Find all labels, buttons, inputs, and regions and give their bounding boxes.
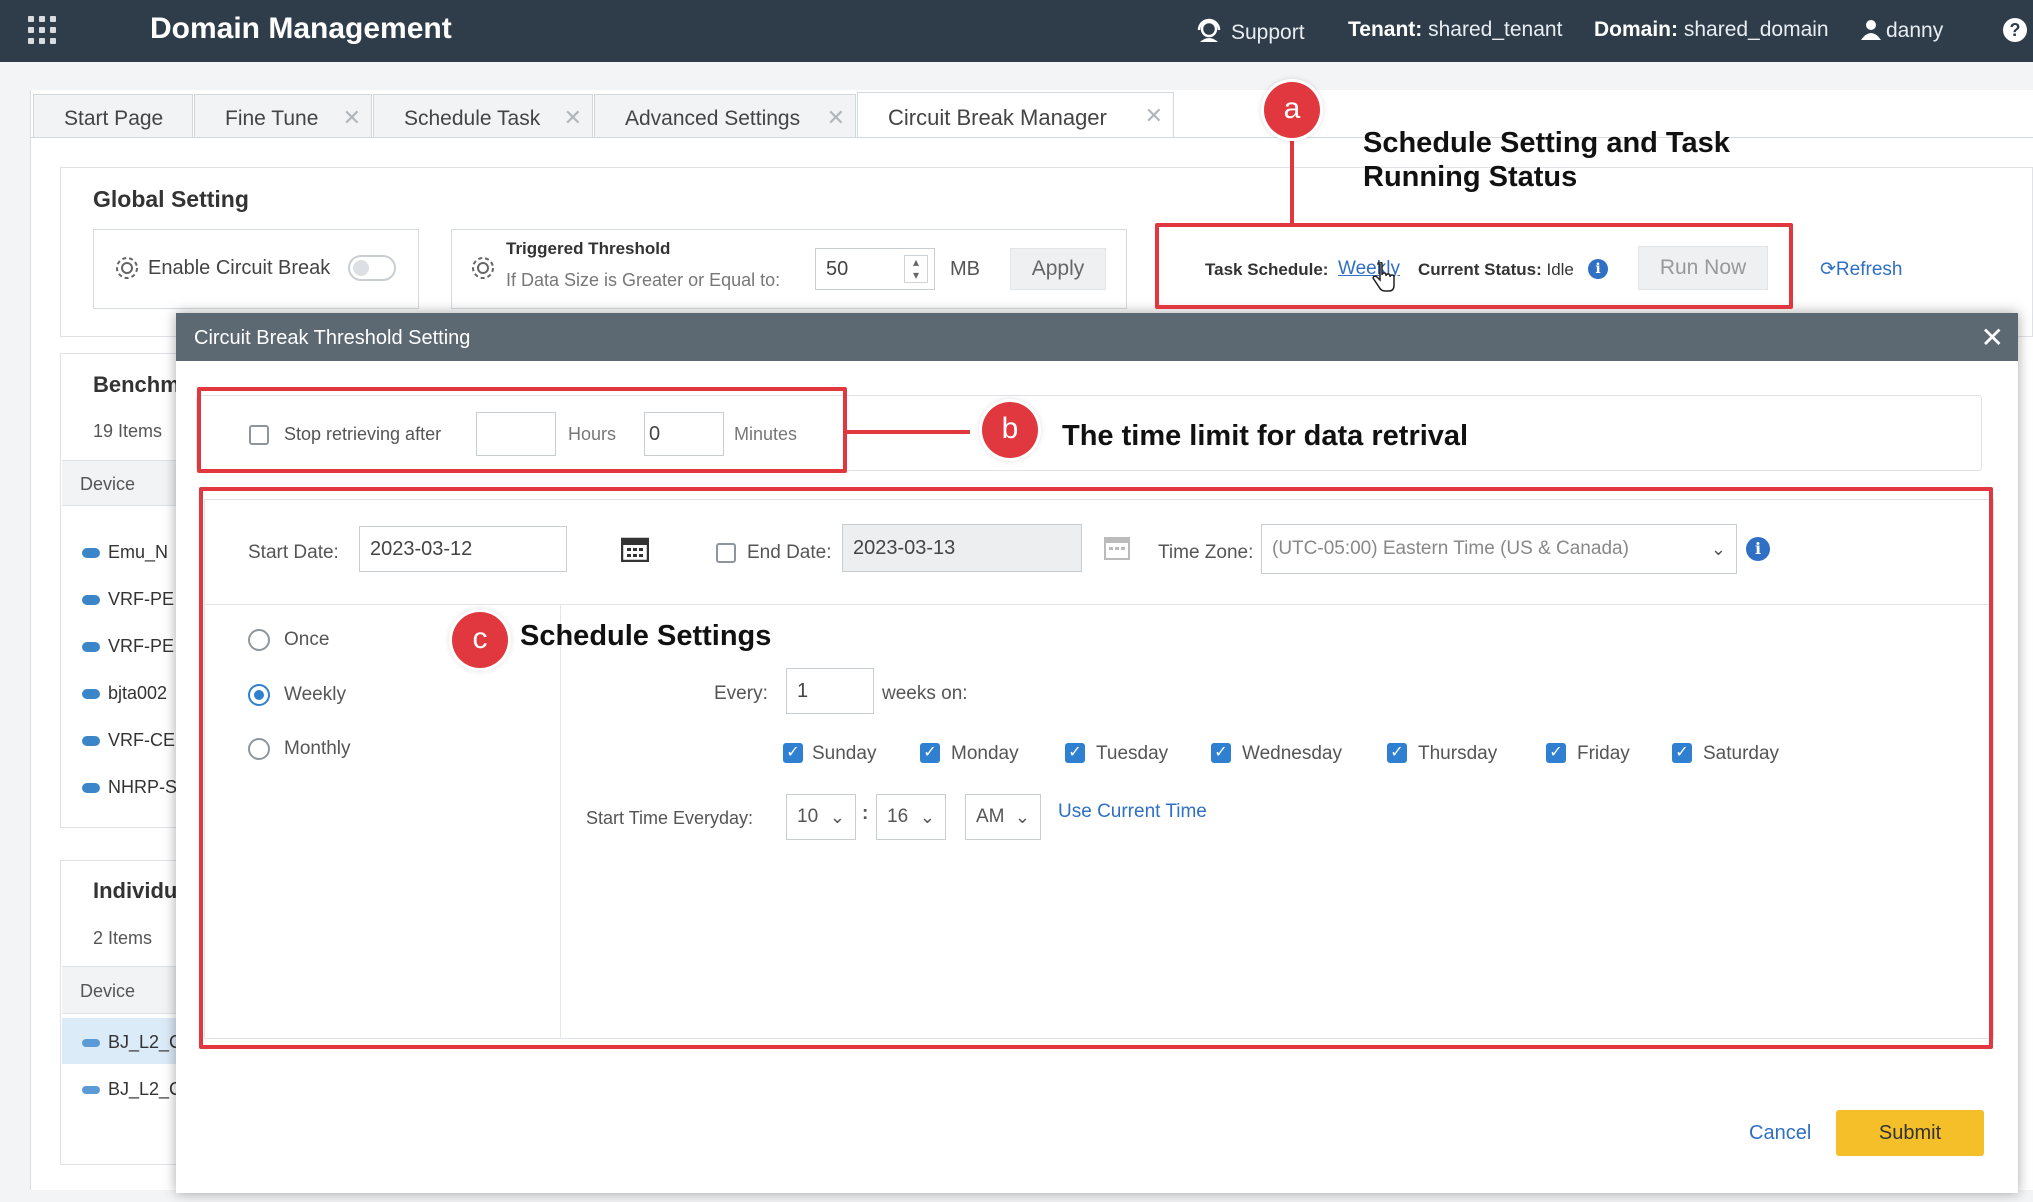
- support-icon: [1197, 18, 1221, 42]
- switch-icon: [82, 1086, 100, 1095]
- device-name: BJ_L2_C: [108, 1032, 183, 1052]
- user-name: danny: [1886, 19, 1944, 42]
- global-setting-title: Global Setting: [93, 186, 249, 212]
- individual-count: 2 Items: [93, 928, 153, 948]
- annotation-b-line: [847, 430, 970, 434]
- table-row[interactable]: VRF-PE: [82, 636, 174, 657]
- table-row[interactable]: BJ_L2_C: [82, 1032, 182, 1053]
- benchmark-title: Benchm: [93, 372, 180, 397]
- annotation-a-line-2: Running Status: [1363, 161, 1578, 193]
- tab-label: Circuit Break Manager: [888, 105, 1107, 130]
- device-name: Emu_N: [108, 542, 169, 562]
- cancel-button[interactable]: Cancel: [1749, 1122, 1811, 1145]
- annotation-a-box: [1155, 223, 1793, 309]
- annotation-a-line-1: Schedule Setting and Task: [1363, 127, 1730, 159]
- device-icon: [82, 783, 100, 794]
- device-name: VRF-PE: [108, 636, 175, 656]
- tab-label: Schedule Task: [404, 107, 541, 130]
- tenant-info: Tenant: shared_tenant: [1348, 18, 1562, 42]
- gear-icon: [472, 257, 494, 279]
- support-label: Support: [1231, 21, 1305, 44]
- annotation-b-marker: b: [982, 402, 1038, 458]
- top-bar: Domain Management Support Tenant: shared…: [0, 0, 2033, 62]
- device-icon: [82, 736, 100, 747]
- close-icon[interactable]: ✕: [1981, 321, 2004, 354]
- table-row[interactable]: NHRP-S: [82, 777, 177, 798]
- annotation-a-marker: a: [1264, 82, 1320, 138]
- annotation-c-box: [199, 487, 1993, 1049]
- app-title: Domain Management: [150, 12, 452, 45]
- close-icon[interactable]: ✕: [827, 105, 845, 131]
- dialog-header: Circuit Break Threshold Setting: [176, 313, 2018, 361]
- support-link[interactable]: Support: [1195, 18, 1305, 45]
- tab-advanced-settings[interactable]: Advanced Settings ✕: [594, 94, 856, 138]
- user-menu[interactable]: danny: [1860, 18, 1943, 43]
- domain-label: Domain:: [1594, 18, 1678, 41]
- benchmark-count: 19 Items: [93, 421, 163, 441]
- annotation-c-marker: c: [452, 612, 508, 668]
- table-row[interactable]: Emu_N: [82, 542, 168, 563]
- threshold-input[interactable]: 50 ▴ ▾: [815, 248, 935, 290]
- close-icon[interactable]: ✕: [343, 105, 361, 131]
- device-icon: [82, 642, 100, 653]
- device-icon: [82, 595, 100, 606]
- submit-button[interactable]: Submit: [1836, 1110, 1984, 1156]
- threshold-unit: MB: [950, 258, 980, 280]
- close-icon[interactable]: ✕: [564, 105, 582, 131]
- app-grid-icon[interactable]: [28, 16, 56, 44]
- enable-circuit-break-label: Enable Circuit Break: [148, 257, 331, 279]
- refresh-button[interactable]: ⟳Refresh: [1820, 258, 1902, 281]
- switch-icon: [82, 1039, 100, 1048]
- tab-label: Fine Tune: [225, 107, 319, 130]
- domain-info: Domain: shared_domain: [1594, 18, 1829, 42]
- table-row[interactable]: VRF-PE: [82, 589, 174, 610]
- tab-label: Start Page: [64, 107, 164, 130]
- dialog-title: Circuit Break Threshold Setting: [194, 327, 471, 349]
- tabs-divider: [30, 137, 2033, 138]
- annotation-b-box: [197, 387, 847, 473]
- gear-icon: [116, 257, 138, 279]
- device-name: BJ_L2_C: [108, 1079, 183, 1099]
- close-icon[interactable]: ✕: [1145, 103, 1163, 129]
- threshold-value: 50: [826, 258, 849, 280]
- apply-button[interactable]: Apply: [1010, 248, 1106, 290]
- individual-title: Individu: [93, 878, 178, 903]
- annotation-c-text: Schedule Settings: [520, 620, 772, 652]
- threshold-description: If Data Size is Greater or Equal to:: [506, 270, 781, 290]
- table-row[interactable]: bjta002: [82, 683, 167, 704]
- tab-schedule-task[interactable]: Schedule Task ✕: [373, 94, 593, 138]
- refresh-icon: ⟳: [1820, 259, 1836, 280]
- refresh-label: Refresh: [1835, 259, 1903, 280]
- device-icon: [82, 689, 100, 700]
- tab-label: Advanced Settings: [625, 107, 801, 130]
- user-icon: [1861, 20, 1881, 40]
- tab-start-page[interactable]: Start Page: [33, 94, 193, 138]
- device-icon: [82, 548, 100, 559]
- stepper-icon[interactable]: ▴ ▾: [904, 255, 928, 283]
- tenant-value: shared_tenant: [1428, 18, 1563, 41]
- device-name: VRF-PE: [108, 589, 175, 609]
- help-icon[interactable]: ?: [2003, 18, 2027, 42]
- circuit-break-toggle[interactable]: [348, 255, 396, 281]
- domain-value: shared_domain: [1683, 18, 1829, 41]
- annotation-b-text: The time limit for data retrival: [1062, 420, 1469, 452]
- threshold-title: Triggered Threshold: [506, 239, 671, 258]
- individual-device-column[interactable]: Device: [62, 966, 190, 1014]
- annotation-a-text: Schedule Setting and Task Running Status: [1363, 126, 1730, 194]
- tab-circuit-break-manager[interactable]: Circuit Break Manager ✕: [857, 92, 1174, 138]
- device-name: bjta002: [108, 683, 168, 703]
- device-name: VRF-CE: [108, 730, 175, 750]
- table-row[interactable]: VRF-CE: [82, 730, 175, 751]
- tenant-label: Tenant:: [1348, 18, 1423, 41]
- annotation-a-line: [1290, 138, 1294, 224]
- benchmark-device-column[interactable]: Device: [62, 460, 190, 506]
- table-row[interactable]: BJ_L2_C: [82, 1079, 182, 1100]
- device-name: NHRP-S: [108, 777, 178, 797]
- tab-fine-tune[interactable]: Fine Tune ✕: [194, 94, 372, 138]
